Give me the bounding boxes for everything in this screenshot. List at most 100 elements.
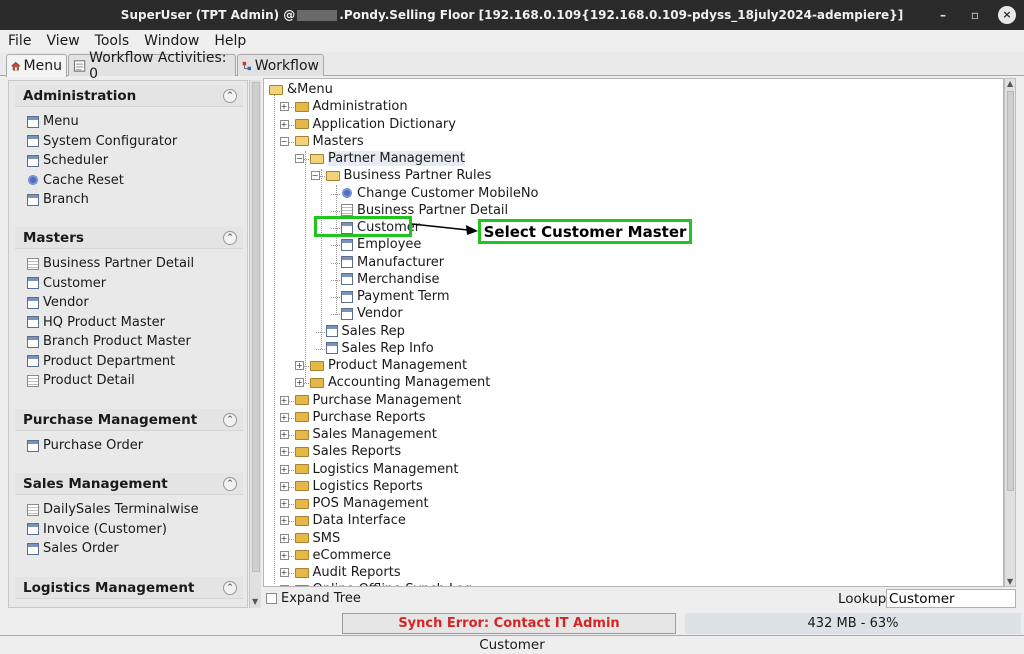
tree-node[interactable]: Data Interface bbox=[294, 512, 406, 529]
section-header[interactable]: Masters ⌃ bbox=[15, 227, 243, 249]
sidebar-item-branch-product-master[interactable]: Branch Product Master bbox=[15, 332, 243, 352]
tree-node[interactable]: Sales Management bbox=[294, 426, 437, 443]
tab-menu[interactable]: Menu bbox=[6, 54, 67, 77]
sidebar-item-system-configurator[interactable]: System Configurator bbox=[15, 132, 243, 152]
sidebar-item-label: Menu bbox=[43, 114, 79, 130]
collapse-icon[interactable]: ⌃ bbox=[223, 412, 237, 427]
tab-workflow-activities[interactable]: Workflow Activities: 0 bbox=[68, 50, 236, 82]
scroll-down-icon[interactable]: ▼ bbox=[1007, 577, 1013, 586]
lookup-input[interactable] bbox=[886, 589, 1016, 608]
synch-error-badge[interactable]: Synch Error: Contact IT Admin bbox=[342, 613, 676, 634]
section-header[interactable]: Logistics Management ⌃ bbox=[15, 577, 243, 599]
expand-icon[interactable]: + bbox=[279, 464, 289, 474]
sidebar-item-cache-reset[interactable]: Cache Reset bbox=[15, 171, 243, 191]
tree-node[interactable]: Change Customer MobileNo bbox=[341, 185, 539, 202]
tree-node[interactable]: Logistics Management bbox=[294, 461, 459, 478]
tree-node[interactable]: Logistics Reports bbox=[294, 478, 423, 495]
scroll-up-icon[interactable]: ▲ bbox=[1007, 79, 1013, 88]
sidebar-item-customer[interactable]: Customer bbox=[15, 274, 243, 294]
sidebar-item-branch[interactable]: Branch bbox=[15, 190, 243, 210]
expand-icon[interactable]: + bbox=[279, 395, 289, 405]
menu-view[interactable]: View bbox=[46, 33, 79, 49]
menu-window[interactable]: Window bbox=[144, 33, 199, 49]
tree-node[interactable]: Administration bbox=[294, 98, 408, 115]
menu-file[interactable]: File bbox=[8, 33, 31, 49]
collapse-icon[interactable]: ⌃ bbox=[223, 476, 237, 491]
tree-node[interactable]: Application Dictionary bbox=[294, 116, 456, 133]
tree-scrollbar[interactable]: ▲ ▼ bbox=[1004, 78, 1016, 587]
collapse-tree-icon[interactable]: − bbox=[279, 136, 289, 146]
sidebar-item-dailysales-terminalwise[interactable]: DailySales Terminalwise bbox=[15, 500, 243, 520]
sidebar-item-product-department[interactable]: Product Department bbox=[15, 352, 243, 372]
maximize-icon[interactable]: ▫ bbox=[966, 6, 984, 24]
menu-help[interactable]: Help bbox=[214, 33, 246, 49]
section-header[interactable]: Sales Management ⌃ bbox=[15, 473, 243, 495]
menu-tools[interactable]: Tools bbox=[95, 33, 130, 49]
tree-node[interactable]: Merchandise bbox=[341, 271, 440, 288]
expand-icon[interactable]: + bbox=[279, 447, 289, 457]
tree-node[interactable]: Purchase Management bbox=[294, 392, 462, 409]
tree-node[interactable]: Product Management bbox=[310, 357, 467, 374]
tree-node[interactable]: Sales Rep Info bbox=[325, 340, 434, 357]
tree-node-label: Purchase Management bbox=[312, 392, 462, 408]
window-icon bbox=[27, 154, 39, 167]
tree-node[interactable]: Audit Reports bbox=[294, 564, 401, 581]
tree-node[interactable]: Sales Reports bbox=[294, 443, 401, 460]
scrollbar-thumb[interactable] bbox=[1007, 91, 1014, 491]
tab-workflow-activities-label: Workflow Activities: 0 bbox=[89, 49, 227, 82]
tree-node[interactable]: Purchase Reports bbox=[294, 409, 426, 426]
expand-tree-label[interactable]: Expand Tree bbox=[281, 591, 361, 606]
expand-icon[interactable]: + bbox=[279, 550, 289, 560]
expand-icon[interactable]: + bbox=[279, 412, 289, 422]
expand-icon[interactable]: + bbox=[279, 585, 289, 586]
sidebar-item-purchase-order[interactable]: Purchase Order bbox=[15, 436, 243, 456]
collapse-icon[interactable]: ⌃ bbox=[223, 88, 237, 103]
sidebar-item-hq-product-master[interactable]: HQ Product Master bbox=[15, 313, 243, 333]
sidebar-item-business-partner-detail[interactable]: Business Partner Detail bbox=[15, 254, 243, 274]
expand-icon[interactable]: + bbox=[279, 516, 289, 526]
expand-icon[interactable]: + bbox=[279, 533, 289, 543]
collapse-icon[interactable]: ⌃ bbox=[223, 230, 237, 245]
sidebar-item-sales-order[interactable]: Sales Order bbox=[15, 539, 243, 559]
expand-icon[interactable]: + bbox=[279, 430, 289, 439]
tree-node[interactable]: Online Offline Synch Log bbox=[294, 581, 472, 586]
tree-node[interactable]: Sales Rep bbox=[325, 323, 405, 340]
minimize-icon[interactable]: – bbox=[934, 6, 952, 24]
expand-icon[interactable]: + bbox=[295, 361, 304, 370]
expand-icon[interactable]: + bbox=[279, 499, 289, 508]
close-icon[interactable]: × bbox=[998, 6, 1016, 24]
collapse-tree-icon[interactable]: − bbox=[295, 154, 304, 163]
sidebar-item-menu[interactable]: Menu bbox=[15, 112, 243, 132]
tree-node[interactable]: Vendor bbox=[341, 305, 403, 322]
tree-node[interactable]: eCommerce bbox=[294, 547, 391, 564]
memory-indicator[interactable]: 432 MB - 63% bbox=[685, 613, 1021, 634]
sidebar-item-product-detail[interactable]: Product Detail bbox=[15, 371, 243, 391]
scrollbar-thumb[interactable] bbox=[252, 82, 260, 572]
tree-node[interactable]: POS Management bbox=[294, 495, 429, 512]
expand-icon[interactable]: + bbox=[295, 378, 304, 388]
expand-icon[interactable]: + bbox=[279, 119, 289, 129]
tree-node[interactable]: Partner Management bbox=[310, 150, 466, 167]
tree-node[interactable]: Manufacturer bbox=[341, 254, 444, 271]
tree-root[interactable]: &Menu bbox=[269, 81, 333, 98]
sidebar-item-vendor[interactable]: Vendor bbox=[15, 293, 243, 313]
section-header[interactable]: Administration ⌃ bbox=[15, 85, 243, 107]
tree-node[interactable]: Business Partner Rules bbox=[325, 167, 491, 184]
tab-workflow[interactable]: Workflow bbox=[237, 54, 324, 76]
expand-icon[interactable]: + bbox=[279, 102, 289, 112]
expand-tree-checkbox[interactable] bbox=[266, 593, 277, 604]
scroll-down-icon[interactable]: ▼ bbox=[252, 597, 258, 606]
section-header[interactable]: Purchase Management ⌃ bbox=[15, 409, 243, 431]
collapse-tree-icon[interactable]: − bbox=[310, 171, 320, 181]
sidebar-item-invoice-customer[interactable]: Invoice (Customer) bbox=[15, 520, 243, 540]
tree-node[interactable]: Accounting Management bbox=[310, 374, 490, 391]
tree-node[interactable]: Masters bbox=[294, 133, 364, 150]
expand-icon[interactable]: + bbox=[279, 481, 289, 491]
collapse-icon[interactable]: ⌃ bbox=[223, 580, 237, 595]
tree-node[interactable]: Payment Term bbox=[341, 288, 450, 305]
folder-icon bbox=[294, 464, 309, 474]
favorites-scrollbar[interactable]: ▼ bbox=[249, 80, 261, 608]
sidebar-item-scheduler[interactable]: Scheduler bbox=[15, 151, 243, 171]
expand-icon[interactable]: + bbox=[279, 568, 289, 577]
tree-node[interactable]: SMS bbox=[294, 530, 340, 547]
